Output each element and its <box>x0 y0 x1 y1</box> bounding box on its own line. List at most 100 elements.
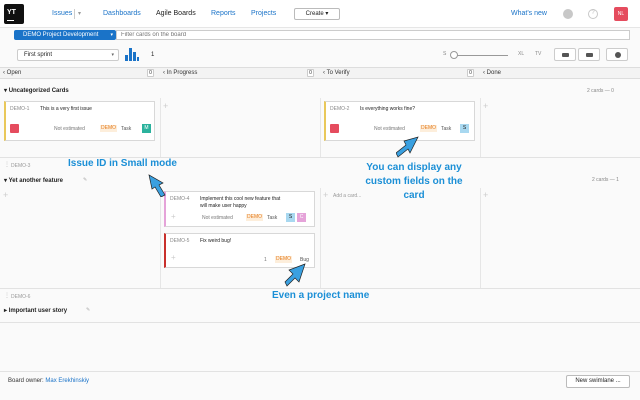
youtrack-logo[interactable]: YT <box>4 4 24 24</box>
column-in-progress-header[interactable]: ‹ In Progress 0 <box>160 67 320 79</box>
card-size-slider-handle[interactable] <box>450 51 458 59</box>
drag-handle-icon[interactable]: ⋮ <box>4 292 10 299</box>
swimlane-uncategorized-title[interactable]: ▾ Uncategorized Cards <box>4 87 69 94</box>
column-title: In Progress <box>166 70 198 76</box>
column-count: 0 <box>147 69 154 77</box>
card-estimate[interactable]: Not estimated <box>54 126 85 132</box>
nav-projects[interactable]: Projects <box>251 10 276 17</box>
add-card-plus-icon[interactable]: + <box>483 190 488 200</box>
card-type[interactable]: Task <box>121 126 131 132</box>
whats-new-link[interactable]: What's new <box>511 10 547 17</box>
printer-icon <box>562 53 569 57</box>
card-issue-id[interactable]: DEMO-2 <box>330 106 349 112</box>
column-open-header[interactable]: ‹ Open 0 <box>0 67 160 79</box>
logo-text: YT <box>7 9 16 16</box>
card-size-tv-label[interactable]: TV <box>535 51 541 57</box>
project-selector-label: DEMO Project Development <box>23 32 99 38</box>
column-done-header[interactable]: ‹ Done <box>480 67 640 79</box>
card-demo-4[interactable]: DEMO-4 Implement this cool new feature t… <box>164 191 315 227</box>
chevron-down-icon: ▾ <box>110 32 113 38</box>
card-size-badge[interactable]: M <box>142 124 151 133</box>
callout-arrow-icon <box>284 263 306 287</box>
swimlane-issue-id[interactable]: DEMO-3 <box>11 163 30 169</box>
add-card-plus-icon[interactable]: + <box>163 101 168 111</box>
column-divider <box>320 98 321 158</box>
callout-line: custom fields on the <box>365 176 463 187</box>
card-estimate[interactable]: Not estimated <box>202 215 233 221</box>
card-estimate[interactable]: 1 <box>264 257 267 263</box>
card-demo-1[interactable]: DEMO-1 This is a very first issue Not es… <box>4 101 155 141</box>
card-summary: Is everything works fine? <box>360 106 416 112</box>
add-plus-icon[interactable]: + <box>171 212 176 221</box>
column-divider <box>160 98 161 158</box>
add-plus-icon[interactable]: + <box>171 253 176 262</box>
column-to-verify-header[interactable]: ‹ To Verify 0 <box>320 67 480 79</box>
swimlane-title-text: Important user story <box>8 308 68 314</box>
card-size-badge[interactable]: S <box>286 213 295 222</box>
card-project-tag: DEMO <box>100 125 117 132</box>
nav-issues[interactable]: Issues <box>52 10 72 17</box>
swimlane-feature-title[interactable]: ▾ Yet another feature <box>4 177 63 184</box>
swimlane-issue-id[interactable]: DEMO-6 <box>11 294 30 300</box>
nav-divider <box>74 9 75 19</box>
card-issue-id[interactable]: DEMO-4 <box>170 196 189 202</box>
sprint-label: First sprint <box>24 52 53 58</box>
add-card-plus-icon[interactable]: + <box>323 190 328 200</box>
new-swimlane-button[interactable]: New swimlane ... <box>566 375 630 388</box>
top-navigation-bar: YT Issues ▾ Dashboards Agile Boards Repo… <box>0 0 640 28</box>
add-card-plus-icon[interactable]: + <box>483 101 488 111</box>
column-count: 0 <box>467 69 474 77</box>
board-owner-label: Board owner: <box>8 378 44 384</box>
swimlane-title-text: Yet another feature <box>8 178 63 184</box>
chevron-down-icon[interactable]: ▾ <box>78 10 81 17</box>
swimlane-card-count: 2 cards — 1 <box>592 177 619 183</box>
card-type[interactable]: Task <box>441 126 451 132</box>
swimlane-divider <box>0 288 640 289</box>
swimlane-story-title[interactable]: ▸ Important user story <box>4 307 67 314</box>
assignee-avatar[interactable] <box>330 124 339 133</box>
add-card-plus-icon[interactable]: + <box>3 190 8 200</box>
edit-pencil-icon[interactable]: ✎ <box>86 307 90 313</box>
card-size-small-label[interactable]: S <box>443 51 446 57</box>
callout-arrow-icon <box>396 136 419 158</box>
user-avatar[interactable]: NL <box>614 7 628 21</box>
column-title: Open <box>6 70 22 76</box>
card-state-badge[interactable]: C <box>297 213 306 222</box>
project-selector-button[interactable]: DEMO Project Development ▾ <box>14 30 116 40</box>
create-button[interactable]: Create ▾ <box>294 8 340 20</box>
chart-icon <box>586 53 593 57</box>
card-summary-line-1: Implement this cool new feature that <box>200 196 281 202</box>
swimlane-card-count: 2 cards — 0 <box>587 88 614 94</box>
callout-line: card <box>403 190 425 201</box>
assignee-avatar[interactable] <box>10 124 19 133</box>
drag-handle-icon[interactable]: ⋮ <box>4 161 10 168</box>
board-owner: Board owner: Max Erekhinskiy <box>8 378 89 384</box>
settings-gear-icon[interactable] <box>563 9 573 19</box>
card-size-xl-label[interactable]: XL <box>518 51 524 57</box>
nav-dashboards[interactable]: Dashboards <box>103 10 141 17</box>
nav-agile-boards[interactable]: Agile Boards <box>156 10 196 17</box>
print-button[interactable] <box>554 48 576 61</box>
sprint-selector[interactable]: First sprint ▾ <box>17 49 119 61</box>
card-size-badge[interactable]: S <box>460 124 469 133</box>
search-input[interactable] <box>116 30 630 40</box>
help-icon[interactable]: ? <box>588 9 598 19</box>
edit-pencil-icon[interactable]: ✎ <box>83 177 87 183</box>
nav-reports[interactable]: Reports <box>211 10 236 17</box>
board-owner-link[interactable]: Max Erekhinskiy <box>45 378 89 384</box>
card-summary: This is a very first issue <box>40 106 92 112</box>
gear-icon <box>615 52 621 58</box>
report-button[interactable] <box>578 48 600 61</box>
card-size-slider-track[interactable] <box>452 55 508 56</box>
card-issue-id[interactable]: DEMO-5 <box>170 238 189 244</box>
board-footer <box>0 371 640 400</box>
card-estimate[interactable]: Not estimated <box>374 126 405 132</box>
burndown-chart-icon[interactable] <box>125 48 139 61</box>
card-type[interactable]: Task <box>267 215 277 221</box>
card-project-tag: DEMO <box>420 125 437 132</box>
board-settings-button[interactable] <box>606 48 628 61</box>
card-project-tag: DEMO <box>246 214 263 221</box>
sprint-count: 1 <box>151 52 155 58</box>
callout-custom-fields: You can display any custom fields on the… <box>354 161 474 203</box>
card-issue-id[interactable]: DEMO-1 <box>10 106 29 112</box>
